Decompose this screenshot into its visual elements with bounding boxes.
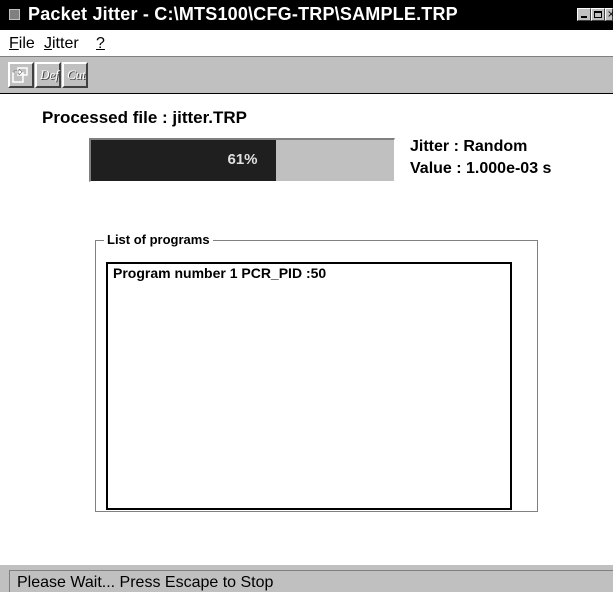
minimize-button[interactable] — [577, 8, 591, 21]
menu-bar: File Jitter ? — [0, 30, 613, 56]
menu-jitter[interactable]: Jitter — [44, 35, 79, 53]
processed-file-label: Processed file : jitter.TRP — [42, 108, 248, 127]
window-title: Packet Jitter - C:\MTS100\CFG-TRP\SAMPLE… — [28, 4, 458, 24]
status-bar: Please Wait... Press Escape to Stop — [0, 564, 613, 592]
jitter-value-label: Value : 1.000e-03 s — [410, 160, 552, 177]
def-button[interactable]: Def — [35, 62, 61, 88]
menu-file-accel: F — [9, 35, 19, 52]
maximize-icon — [594, 11, 602, 18]
minimize-icon — [581, 16, 587, 18]
cut-icon: Cut — [67, 67, 86, 82]
app-window: Packet Jitter - C:\MTS100\CFG-TRP\SAMPLE… — [0, 0, 613, 592]
programs-groupbox: List of programs Program number 1 PCR_PI… — [95, 232, 538, 512]
status-text: Please Wait... Press Escape to Stop — [17, 574, 274, 591]
menu-file-label: ile — [18, 35, 35, 52]
export-button[interactable] — [8, 62, 34, 88]
menu-file[interactable]: File — [9, 35, 35, 53]
cut-button[interactable]: Cut — [62, 62, 88, 88]
menu-help-accel: ? — [96, 35, 105, 52]
main-panel: Processed file : jitter.TRP 61% Jitter :… — [0, 94, 613, 564]
menu-help[interactable]: ? — [96, 35, 105, 53]
toolbar: Def Cut — [0, 56, 613, 94]
menu-jitter-accel: J — [44, 35, 52, 52]
progress-bar: 61% — [89, 138, 395, 182]
list-item[interactable]: Program number 1 PCR_PID :50 — [113, 265, 326, 281]
menu-jitter-label: itter — [52, 35, 79, 52]
system-menu-icon[interactable] — [9, 9, 20, 20]
status-field: Please Wait... Press Escape to Stop — [9, 570, 613, 592]
close-button[interactable]: × — [605, 8, 613, 21]
export-icon — [12, 67, 28, 83]
programs-listbox[interactable]: Program number 1 PCR_PID :50 — [106, 262, 512, 510]
progress-percent: 61% — [227, 151, 258, 168]
close-icon: × — [607, 9, 613, 20]
def-icon: Def — [40, 67, 59, 82]
title-bar[interactable]: Packet Jitter - C:\MTS100\CFG-TRP\SAMPLE… — [0, 0, 613, 30]
maximize-button[interactable] — [591, 8, 605, 21]
jitter-type-label: Jitter : Random — [410, 138, 528, 155]
programs-group-label: List of programs — [104, 232, 213, 247]
